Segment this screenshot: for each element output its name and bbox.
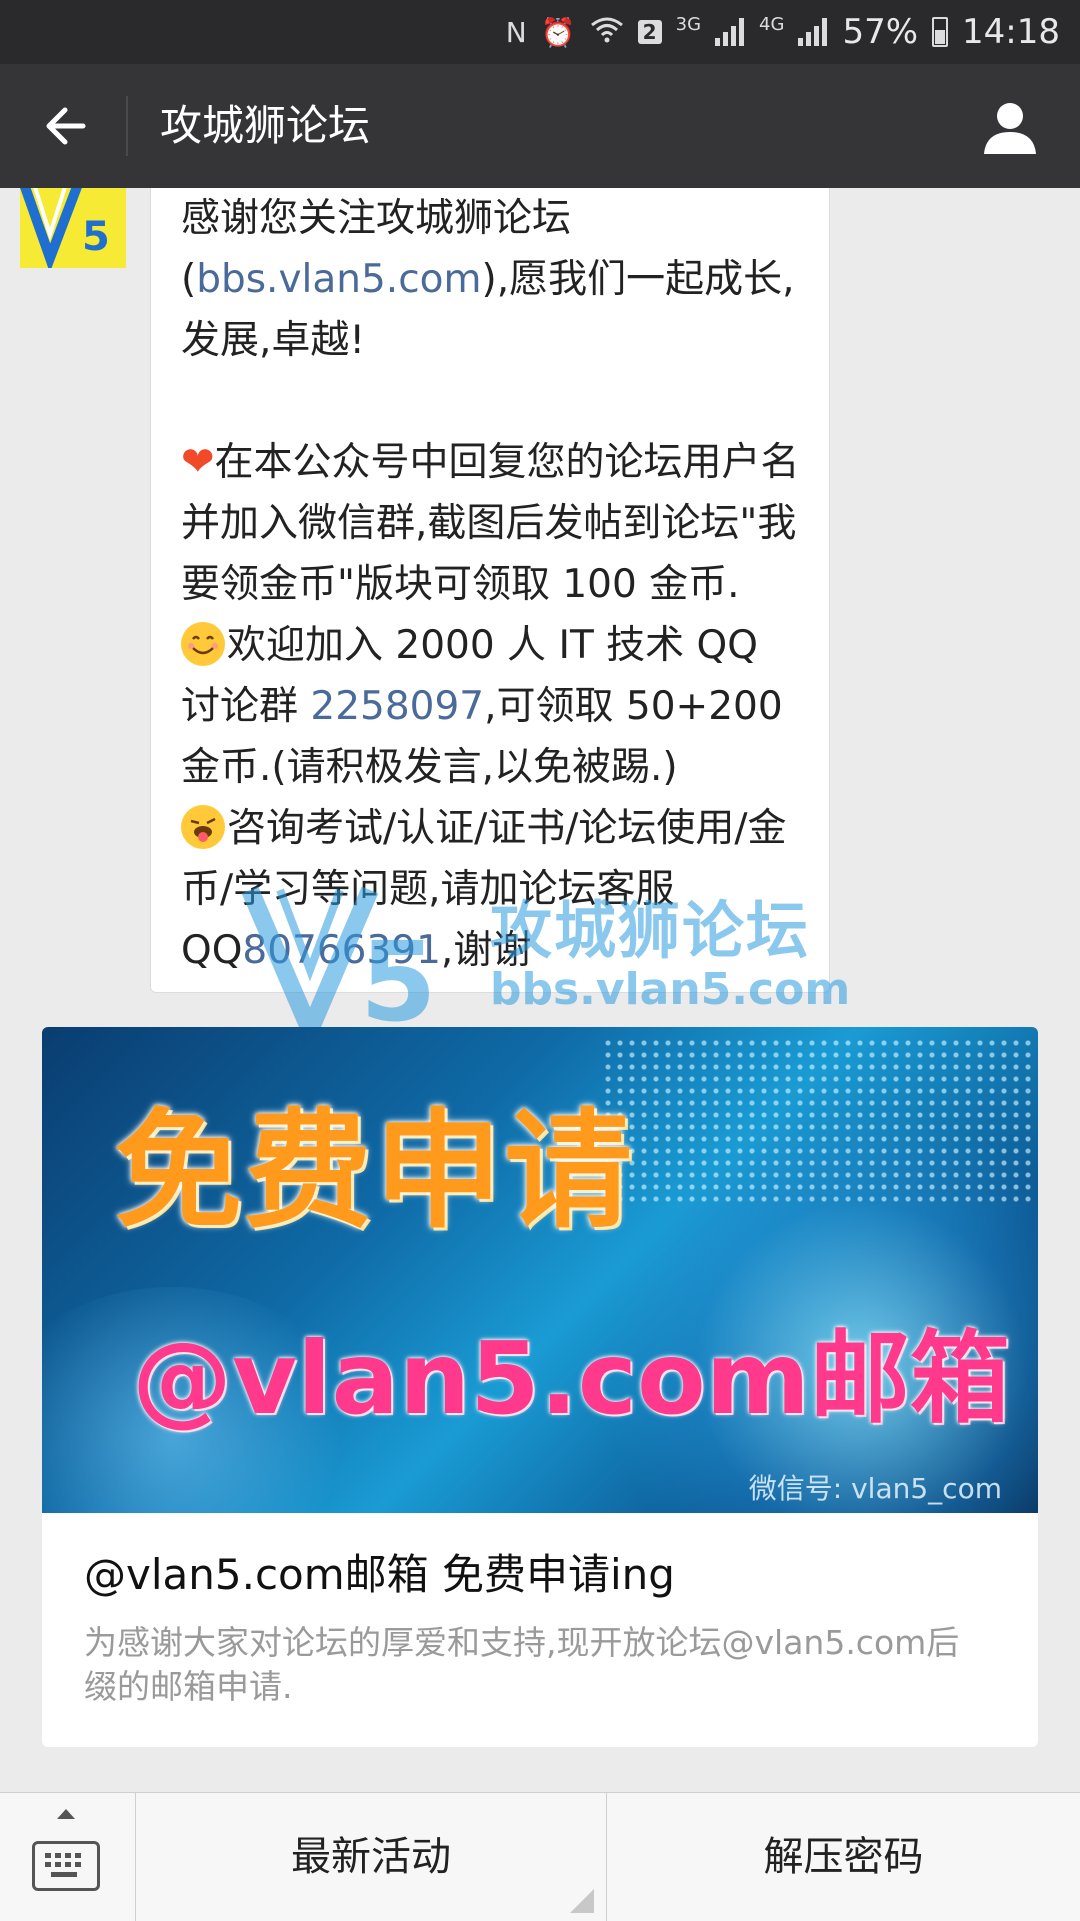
message-paragraph-qq-group: 欢迎加入 2000 人 IT 技术 QQ 讨论群 2258097,可领取 50+…: [181, 622, 783, 790]
alarm-icon: ⏰: [540, 15, 576, 49]
network-3g-label: 3G: [675, 14, 702, 35]
back-button[interactable]: [30, 94, 100, 158]
banner-subheadline: @vlan5.com邮箱: [132, 1320, 1010, 1437]
menu-latest-activities[interactable]: 最新活动: [136, 1793, 607, 1921]
qq-group-link[interactable]: 2258097: [310, 684, 484, 729]
world-map-dots: [602, 1037, 1032, 1207]
nav-divider: [126, 96, 128, 156]
battery-icon: [932, 17, 949, 47]
message-paragraph-support: 咨询考试/认证/证书/论坛使用/金币/学习等问题,请加论坛客服 QQ807663…: [181, 805, 787, 973]
banner-wechat-id: 微信号: vlan5_com: [748, 1472, 1002, 1505]
caret-up-icon: [57, 1809, 75, 1819]
clock: 14:18: [962, 12, 1060, 52]
bottom-menu-bar: 最新活动 解压密码: [0, 1792, 1080, 1921]
nav-bar: 攻城狮论坛: [0, 64, 1080, 188]
article-description: 为感谢大家对论坛的厚爱和支持,现开放论坛@vlan5.com后缀的邮箱申请.: [84, 1623, 960, 1706]
v5-logo-icon: 5: [20, 188, 110, 268]
submenu-indicator-icon: [570, 1889, 594, 1913]
battery-percent: 57%: [842, 12, 919, 52]
page-title: 攻城狮论坛: [160, 101, 371, 150]
article-cover-image: 免费申请 @vlan5.com邮箱 微信号: vlan5_com: [42, 1027, 1038, 1513]
smile-emoji-icon: [181, 622, 225, 666]
support-qq-link[interactable]: 80766391: [242, 928, 441, 973]
article-title: @vlan5.com邮箱 免费申请ing: [84, 1550, 675, 1599]
sim-badge: 2: [637, 20, 662, 44]
wifi-icon: [590, 15, 624, 50]
signal-4g-icon: [798, 18, 828, 46]
person-icon: [984, 103, 1036, 154]
keyboard-toggle-button[interactable]: [0, 1793, 136, 1921]
banner-headline: 免费申请: [114, 1097, 635, 1246]
heart-icon: ❤: [181, 439, 215, 485]
status-bar: N ⏰ 2 3G 4G 57% 14:18: [0, 0, 1080, 64]
forum-link[interactable]: bbs.vlan5.com: [196, 257, 481, 302]
avatar[interactable]: 5: [20, 188, 126, 268]
menu-unzip-password[interactable]: 解压密码: [607, 1793, 1080, 1921]
signal-3g-icon: [715, 18, 745, 46]
arrow-left-icon: [46, 107, 86, 145]
wink-tongue-emoji-icon: [181, 805, 225, 849]
nfc-icon: N: [505, 15, 527, 49]
svg-text:5: 5: [82, 214, 110, 260]
network-4g-label: 4G: [759, 14, 785, 35]
article-card[interactable]: 免费申请 @vlan5.com邮箱 微信号: vlan5_com @vlan5.…: [42, 1027, 1038, 1747]
message-paragraph-thanks: 感谢您关注攻城狮论坛(bbs.vlan5.com),愿我们一起成长,发展,卓越!: [181, 196, 795, 363]
profile-button[interactable]: [980, 98, 1040, 158]
message-paragraph-coins: ❤在本公众号中回复您的论坛用户名并加入微信群,截图后发帖到论坛"我要领金币"版块…: [181, 439, 800, 607]
message-bubble: 感谢您关注攻城狮论坛(bbs.vlan5.com),愿我们一起成长,发展,卓越!…: [150, 188, 830, 993]
keyboard-icon: [32, 1841, 100, 1891]
